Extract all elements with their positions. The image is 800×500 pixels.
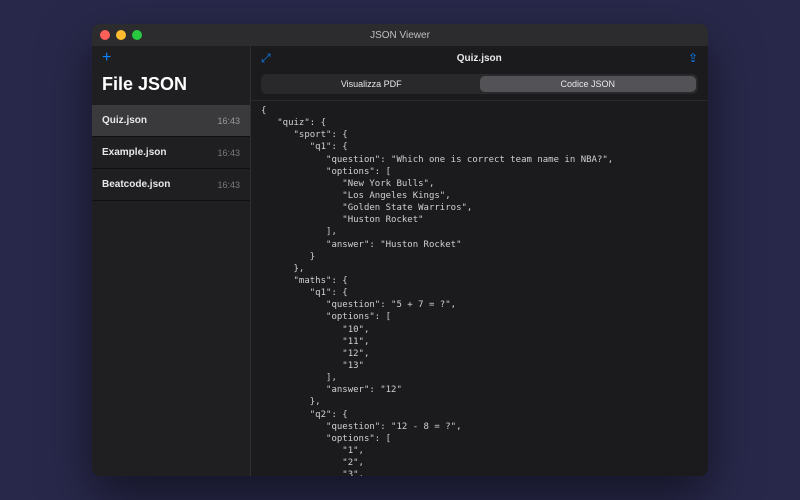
tab-label: Codice JSON (560, 79, 615, 89)
main-toolbar: ⤢ Quiz.json ⇪ (251, 46, 708, 70)
tab-json[interactable]: Codice JSON (480, 76, 697, 92)
file-list: Quiz.json 16:43 Example.json 16:43 Beatc… (92, 105, 250, 476)
code-view: { "quiz": { "sport": { "q1": { "question… (251, 100, 708, 476)
sidebar: + File JSON Quiz.json 16:43 Example.json… (92, 46, 250, 476)
file-time: 16:43 (217, 180, 240, 190)
main-pane: ⤢ Quiz.json ⇪ Visualizza PDF Codice JSON… (250, 46, 708, 476)
file-name: Example.json (102, 147, 166, 158)
sidebar-item-beatcode[interactable]: Beatcode.json 16:43 (92, 169, 250, 201)
page-title: Quiz.json (271, 53, 688, 64)
window-title: JSON Viewer (92, 30, 708, 41)
code-content: { "quiz": { "sport": { "q1": { "question… (261, 105, 698, 476)
tab-label: Visualizza PDF (341, 79, 402, 89)
add-file-icon[interactable]: + (102, 50, 111, 66)
titlebar: JSON Viewer (92, 24, 708, 46)
window-body: + File JSON Quiz.json 16:43 Example.json… (92, 46, 708, 476)
file-name: Beatcode.json (102, 179, 170, 190)
view-tabs: Visualizza PDF Codice JSON (261, 74, 698, 94)
file-time: 16:43 (217, 116, 240, 126)
sidebar-header: File JSON (92, 70, 250, 105)
expand-icon[interactable]: ⤢ (261, 51, 271, 66)
file-time: 16:43 (217, 148, 240, 158)
app-window: JSON Viewer + File JSON Quiz.json 16:43 … (92, 24, 708, 476)
sidebar-item-quiz[interactable]: Quiz.json 16:43 (92, 105, 250, 137)
sidebar-toolbar: + (92, 46, 250, 70)
file-name: Quiz.json (102, 115, 147, 126)
share-icon[interactable]: ⇪ (688, 51, 698, 65)
tab-pdf[interactable]: Visualizza PDF (263, 76, 480, 92)
sidebar-item-example[interactable]: Example.json 16:43 (92, 137, 250, 169)
